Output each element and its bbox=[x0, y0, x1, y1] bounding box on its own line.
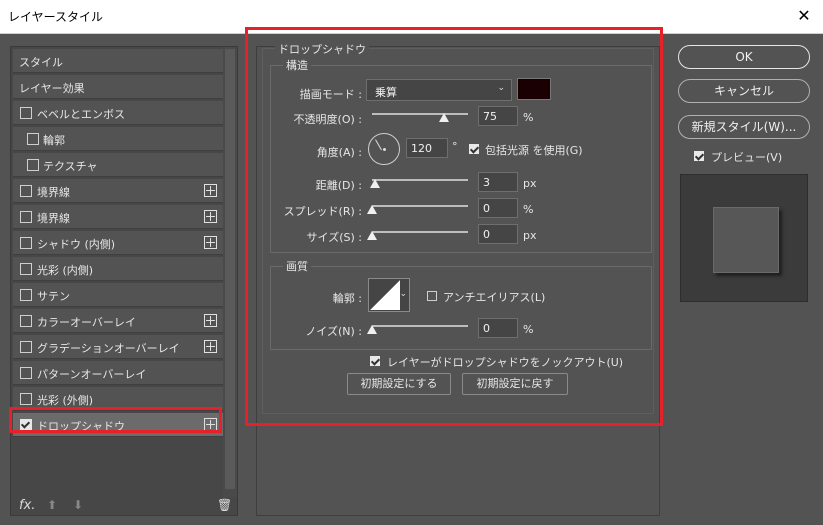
style-item-label: 光彩 (外側) bbox=[37, 394, 94, 407]
style-list-item[interactable]: テクスチャ bbox=[13, 153, 223, 177]
style-checkbox[interactable] bbox=[20, 263, 32, 275]
style-checkbox[interactable] bbox=[20, 237, 32, 249]
style-item-label: レイヤー効果 bbox=[19, 82, 85, 95]
style-list-item[interactable]: 光彩 (内側) bbox=[13, 257, 223, 281]
selected-item-highlight bbox=[9, 407, 222, 433]
dialog-body: スタイル レイヤー効果 ベベルとエンボス 輪郭 テクスチャ 境界線 境界線 シャドウ (内側)… bbox=[0, 27, 823, 525]
style-list-item[interactable]: レイヤー効果 bbox=[13, 75, 223, 99]
preview-square bbox=[713, 207, 779, 273]
style-list-item[interactable]: シャドウ (内側) bbox=[13, 231, 223, 255]
style-list-item[interactable]: カラーオーバーレイ bbox=[13, 309, 223, 333]
style-item-label: テクスチャ bbox=[43, 160, 98, 173]
style-list-item[interactable]: ベベルとエンボス bbox=[13, 101, 223, 125]
add-effect-icon[interactable] bbox=[204, 236, 217, 249]
style-list-item[interactable]: スタイル bbox=[13, 49, 223, 73]
window-title: レイヤースタイル bbox=[8, 10, 104, 24]
settings-highlight bbox=[245, 27, 663, 426]
style-item-label: グラデーションオーバーレイ bbox=[37, 342, 180, 355]
scrollbar-thumb[interactable] bbox=[225, 49, 235, 489]
style-checkbox[interactable] bbox=[20, 367, 32, 379]
style-list-item[interactable]: 境界線 bbox=[13, 179, 223, 203]
add-effect-icon[interactable] bbox=[204, 184, 217, 197]
style-list-item[interactable]: パターンオーバーレイ bbox=[13, 361, 223, 385]
style-checkbox[interactable] bbox=[20, 341, 32, 353]
style-checkbox[interactable] bbox=[20, 107, 32, 119]
style-item-label: カラーオーバーレイ bbox=[37, 316, 136, 329]
add-effect-icon[interactable] bbox=[204, 210, 217, 223]
cancel-button[interactable]: キャンセル bbox=[678, 79, 810, 103]
add-effect-icon[interactable] bbox=[204, 340, 217, 353]
fx-icon[interactable]: fx. bbox=[19, 498, 35, 513]
style-checkbox[interactable] bbox=[27, 133, 39, 145]
style-checkbox[interactable] bbox=[20, 315, 32, 327]
style-checkbox[interactable] bbox=[20, 211, 32, 223]
preview-thumbnail bbox=[680, 174, 808, 302]
style-list-panel: スタイル レイヤー効果 ベベルとエンボス 輪郭 テクスチャ 境界線 境界線 シャドウ (内側)… bbox=[10, 46, 238, 516]
style-item-label: サテン bbox=[37, 290, 70, 303]
style-list-item[interactable]: グラデーションオーバーレイ bbox=[13, 335, 223, 359]
add-effect-icon[interactable] bbox=[204, 314, 217, 327]
style-checkbox[interactable] bbox=[20, 185, 32, 197]
style-list-item[interactable]: 境界線 bbox=[13, 205, 223, 229]
style-list-scrollbar[interactable] bbox=[223, 47, 237, 497]
style-item-label: 輪郭 bbox=[43, 134, 65, 147]
preview-label: プレビュー(V) bbox=[711, 151, 783, 164]
style-item-label: シャドウ (内側) bbox=[37, 238, 116, 251]
style-item-label: 境界線 bbox=[37, 212, 70, 225]
style-list-item[interactable]: サテン bbox=[13, 283, 223, 307]
move-down-icon[interactable]: ⬇ bbox=[73, 498, 83, 512]
style-checkbox[interactable] bbox=[20, 289, 32, 301]
style-item-label: ベベルとエンボス bbox=[37, 108, 125, 121]
style-list-footer: fx. ⬆ ⬇ 🗑 bbox=[11, 497, 237, 515]
move-up-icon[interactable]: ⬆ bbox=[47, 498, 57, 512]
style-item-label: 光彩 (内側) bbox=[37, 264, 94, 277]
style-list-item[interactable]: 輪郭 bbox=[13, 127, 223, 151]
style-item-label: パターンオーバーレイ bbox=[37, 368, 147, 381]
style-checkbox[interactable] bbox=[27, 159, 39, 171]
preview-checkbox[interactable] bbox=[694, 151, 704, 161]
style-item-label: 境界線 bbox=[37, 186, 70, 199]
close-icon[interactable]: ✕ bbox=[793, 5, 815, 27]
new-style-button[interactable]: 新規スタイル(W)... bbox=[678, 115, 810, 139]
ok-button[interactable]: OK bbox=[678, 45, 810, 69]
style-item-label: スタイル bbox=[19, 56, 63, 69]
style-checkbox[interactable] bbox=[20, 393, 32, 405]
trash-icon[interactable]: 🗑 bbox=[217, 498, 232, 512]
